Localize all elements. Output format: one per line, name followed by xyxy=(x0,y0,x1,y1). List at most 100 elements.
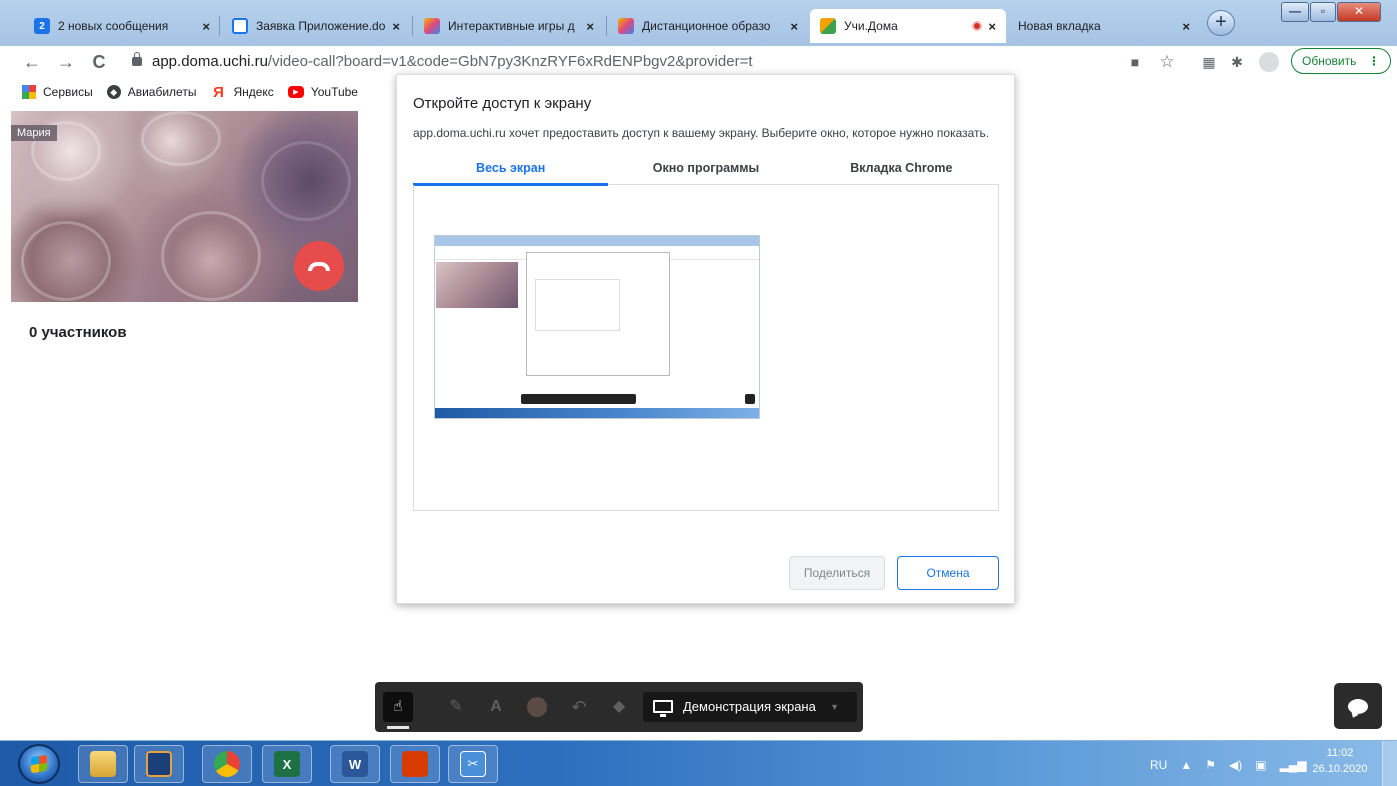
network-icon[interactable]: ▂▄▆ xyxy=(1280,758,1307,772)
volume-icon[interactable]: ◀) xyxy=(1229,758,1242,772)
rose-decoration xyxy=(261,141,351,221)
taskbar-snipping[interactable]: ✂ xyxy=(448,745,498,783)
bookmark-services[interactable]: Сервисы xyxy=(22,85,93,99)
window-close-button[interactable]: ✕ xyxy=(1337,2,1381,22)
excel-icon: X xyxy=(274,751,300,777)
apps-grid-icon xyxy=(22,85,36,99)
bookmark-youtube[interactable]: ▶ YouTube xyxy=(287,85,358,99)
rose-decoration xyxy=(161,211,261,301)
tab-new-tab[interactable]: Новая вкладка × xyxy=(1008,9,1200,43)
tab-distance-education[interactable]: Дистанционное образо × xyxy=(608,9,808,43)
yandex-icon: Я xyxy=(213,83,224,101)
pencil-icon[interactable]: ✎ xyxy=(445,696,467,718)
extension-qr-icon[interactable]: ▦ xyxy=(1200,54,1218,70)
thumbnail-tabs xyxy=(435,236,759,246)
tab-title: Дистанционное образо xyxy=(642,19,771,33)
game-icon xyxy=(424,18,440,34)
recording-icon xyxy=(972,21,983,31)
update-button[interactable]: Обновить ⋮ xyxy=(1291,48,1391,74)
system-tray: RU ▲ ⚑ ◀) ▣ ▂▄▆ xyxy=(1150,751,1320,779)
address-bar[interactable]: app.doma.uchi.ru/video-call?board=v1&cod… xyxy=(122,49,1147,75)
tab-chrome-tab[interactable]: Вкладка Chrome xyxy=(804,155,999,184)
tab-title: Интерактивные игры д xyxy=(448,19,575,33)
reader-icon xyxy=(402,751,428,777)
forward-icon[interactable]: → xyxy=(54,50,78,74)
back-icon[interactable]: ← xyxy=(20,50,44,74)
monitor-icon xyxy=(653,700,673,717)
undo-icon[interactable]: ↶ xyxy=(568,696,590,718)
language-indicator[interactable]: RU xyxy=(1150,758,1167,772)
taskbar-reader[interactable] xyxy=(390,745,440,783)
screen-thumbnail[interactable] xyxy=(434,235,760,419)
close-icon[interactable]: × xyxy=(586,19,594,34)
screen-share-button[interactable]: Демонстрация экрана ▼ xyxy=(643,692,857,722)
maximize-button[interactable]: ▫ xyxy=(1310,2,1336,22)
participants-count: 0 участников xyxy=(29,324,127,341)
chevron-down-icon: ▼ xyxy=(830,702,839,712)
tab-uchi-doma[interactable]: Учи.Дома × xyxy=(810,9,1006,43)
camera-icon[interactable]: ■ xyxy=(1126,54,1144,70)
bookmark-star-icon[interactable]: ☆ xyxy=(1158,53,1176,70)
close-icon[interactable]: × xyxy=(988,19,996,34)
close-icon[interactable]: × xyxy=(392,19,400,34)
tab-title: Учи.Дома xyxy=(844,19,898,33)
thumbnail-dock xyxy=(521,394,636,404)
bookmark-label: Авиабилеты xyxy=(127,85,197,99)
power-icon[interactable]: ▣ xyxy=(1255,758,1266,772)
show-hidden-icons[interactable]: ▲ xyxy=(1180,758,1192,772)
media-player-icon xyxy=(146,751,172,777)
tab-interactive-games[interactable]: Интерактивные игры д × xyxy=(414,9,604,43)
close-icon[interactable]: × xyxy=(1182,19,1190,34)
tab-application-window[interactable]: Окно программы xyxy=(608,155,803,184)
taskbar-excel[interactable]: X xyxy=(262,745,312,783)
share-screen-dialog: Откройте доступ к экрану app.doma.uchi.r… xyxy=(396,74,1015,604)
tab-title: Новая вкладка xyxy=(1018,19,1101,33)
thumbnail-dialog xyxy=(526,252,670,376)
eraser-icon[interactable]: ◆ xyxy=(608,696,630,718)
hand-icon[interactable]: ☝ xyxy=(383,692,413,722)
tab-messages[interactable]: 2 2 новых сообщения × xyxy=(24,9,220,43)
flag-icon[interactable]: ⚑ xyxy=(1205,758,1216,772)
rose-decoration xyxy=(21,221,111,301)
new-tab-button[interactable]: + xyxy=(1207,10,1235,36)
url-host: app.doma.uchi.ru xyxy=(152,53,268,70)
clock[interactable]: 11:02 26.10.2020 xyxy=(1312,745,1368,777)
thumbnail-chat xyxy=(745,394,755,404)
profile-avatar[interactable] xyxy=(1259,52,1279,72)
puzzle-icon[interactable]: ✱ xyxy=(1228,54,1246,70)
tab-entire-screen[interactable]: Весь экран xyxy=(413,155,609,186)
thumbnail-taskbar xyxy=(435,408,759,418)
text-icon[interactable]: A xyxy=(485,696,507,718)
url-path: /video-call?board=v1&code=GbN7py3KnzRYF6… xyxy=(267,53,753,70)
screen-share-label: Демонстрация экрана xyxy=(683,699,816,714)
taskbar-explorer[interactable] xyxy=(78,745,128,783)
color-icon[interactable] xyxy=(527,697,547,717)
update-label: Обновить xyxy=(1302,54,1357,68)
browser-tab-strip: 2 2 новых сообщения × Заявка Приложение.… xyxy=(0,0,1397,46)
mail-icon xyxy=(232,18,248,34)
hangup-button[interactable] xyxy=(294,241,344,291)
clock-time: 11:02 xyxy=(1326,747,1354,759)
cancel-button[interactable]: Отмена xyxy=(897,556,999,590)
close-icon[interactable]: × xyxy=(790,19,798,34)
taskbar-word[interactable]: W xyxy=(330,745,380,783)
tab-application[interactable]: Заявка Приложение.do × xyxy=(222,9,410,43)
start-button[interactable] xyxy=(18,744,60,784)
bookmark-label: Яндекс xyxy=(233,85,274,99)
tab-separator xyxy=(412,16,413,36)
chat-button[interactable] xyxy=(1334,683,1382,729)
share-button[interactable]: Поделиться xyxy=(789,556,885,590)
bookmark-yandex[interactable]: Я Яндекс xyxy=(210,83,274,101)
close-icon[interactable]: × xyxy=(202,19,210,34)
screen-preview-area xyxy=(413,185,999,511)
minimize-button[interactable]: — xyxy=(1281,2,1309,22)
taskbar-media[interactable] xyxy=(134,745,184,783)
cube-icon xyxy=(820,18,836,34)
reload-icon[interactable]: C xyxy=(87,50,111,74)
bookmark-flights[interactable]: ◆ Авиабилеты xyxy=(106,85,197,99)
globe-icon: ◆ xyxy=(106,85,121,99)
participant-name: Мария xyxy=(11,125,57,141)
word-icon: W xyxy=(342,751,368,777)
show-desktop-button[interactable] xyxy=(1382,741,1397,786)
taskbar-chrome[interactable] xyxy=(202,745,252,783)
